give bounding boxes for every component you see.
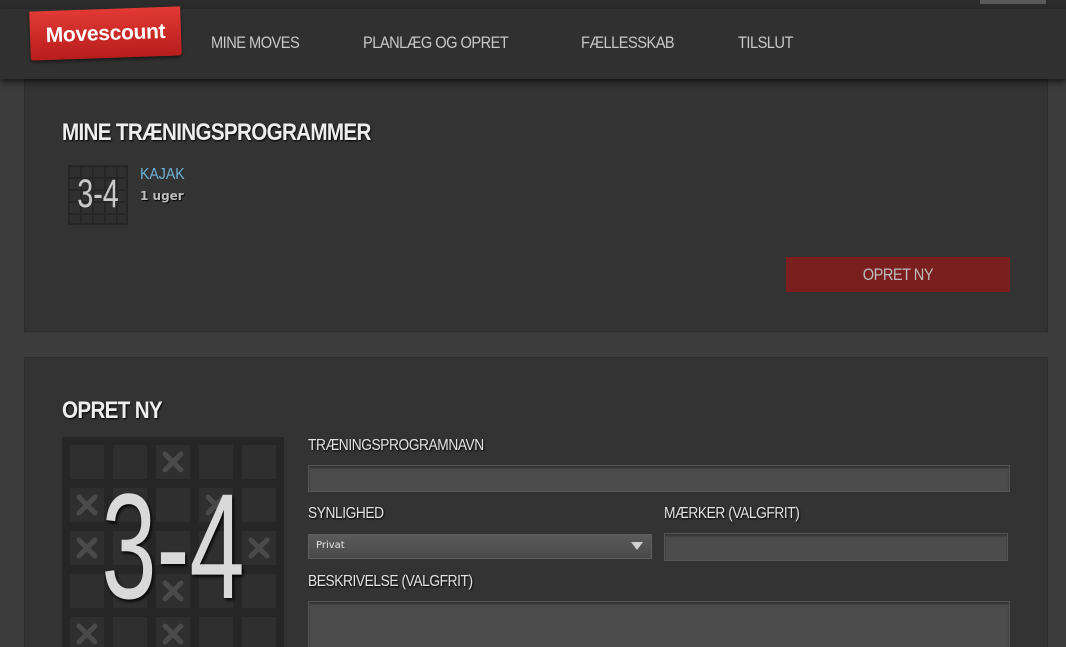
visibility-label: SYNLIGHED [308, 505, 384, 522]
tags-label: MÆRKER (VALGFRIT) [664, 505, 800, 522]
description-textarea[interactable] [308, 601, 1010, 647]
program-duration: 1 uger [140, 189, 184, 203]
program-name-link[interactable]: KAJAK [140, 166, 185, 184]
visibility-select[interactable]: Privat [308, 534, 652, 559]
visibility-selected-value: Privat [316, 540, 345, 551]
nav-item-mine-moves[interactable]: MINE MOVES [211, 33, 300, 53]
program-thumbnail[interactable]: 3-4 [68, 165, 128, 225]
program-image-text: 3-4 [101, 462, 245, 630]
user-menu-tab[interactable] [980, 0, 1046, 4]
my-programs-panel: MINE TRÆNINGSPROGRAMMER 3-4 KAJAK 1 uger… [24, 79, 1048, 332]
chevron-down-icon [631, 542, 643, 550]
main-nav: MINE MOVES PLANLÆG OG OPRET FÆLLESSKAB T… [211, 33, 851, 53]
program-name-input[interactable] [308, 465, 1010, 492]
program-thumb-text: 3-4 [77, 172, 119, 216]
create-section-title: OPRET NY [62, 397, 163, 424]
description-label: BESKRIVELSE (VALGFRIT) [308, 573, 473, 590]
create-program-panel: OPRET NY 3-4 TRÆNINGSPROGRAMNAVN SYNLIGH… [24, 357, 1048, 647]
nav-item-plan-and-create[interactable]: PLANLÆG OG OPRET [363, 33, 509, 53]
my-programs-title: MINE TRÆNINGSPROGRAMMER [62, 119, 371, 146]
create-new-button[interactable]: OPRET NY [786, 257, 1010, 292]
tags-input[interactable] [664, 533, 1008, 561]
logo-text: Movescount [45, 19, 166, 47]
movescount-logo[interactable]: Movescount [29, 6, 182, 61]
program-name-label: TRÆNINGSPROGRAMNAVN [308, 437, 484, 454]
create-new-button-label: OPRET NY [862, 264, 934, 284]
program-image[interactable]: 3-4 [62, 437, 284, 647]
nav-item-community[interactable]: FÆLLESSKAB [581, 33, 675, 53]
site-header: Movescount MINE MOVES PLANLÆG OG OPRET F… [0, 6, 1066, 79]
nav-item-connect[interactable]: TILSLUT [738, 33, 793, 53]
